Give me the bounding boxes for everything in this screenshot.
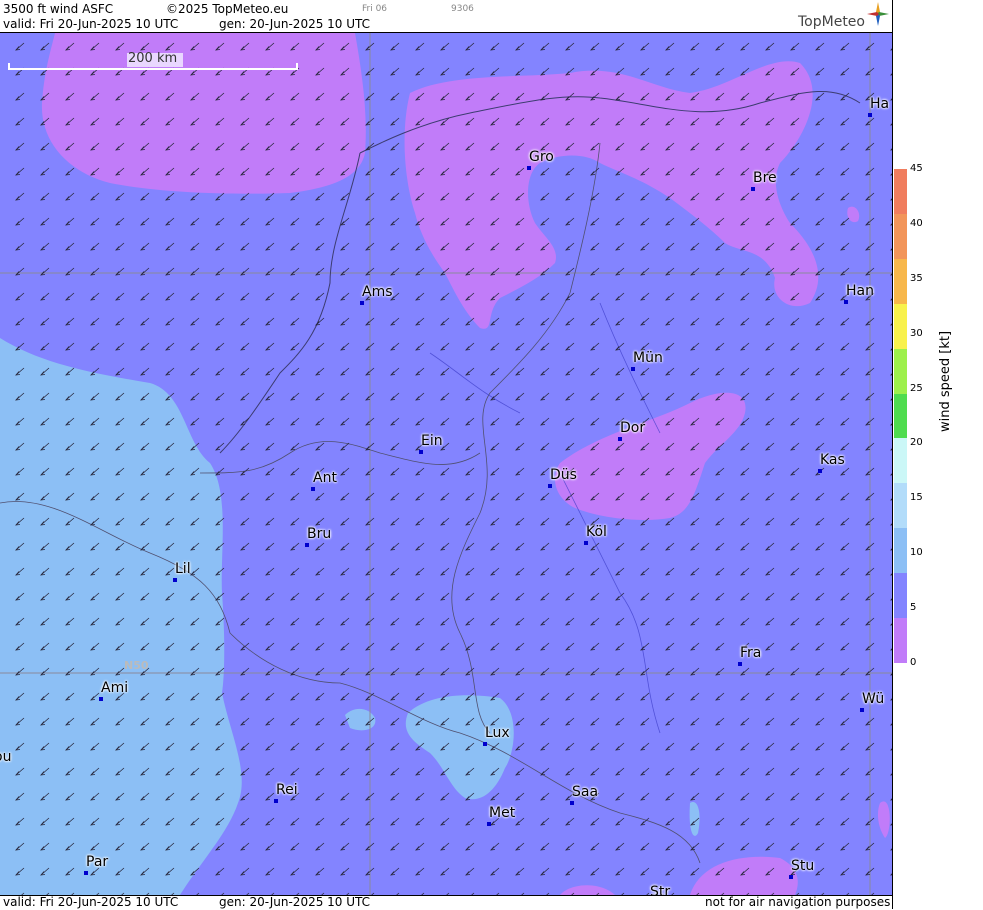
run-code: 9306 xyxy=(451,4,474,14)
city-label: Bru xyxy=(307,526,332,542)
colorbar-segment xyxy=(894,393,907,439)
city-label: Ha xyxy=(870,96,890,112)
city-label: Fra xyxy=(740,645,762,661)
colorbar-tick-label: 30 xyxy=(910,327,923,339)
city-marker-icon xyxy=(844,300,848,304)
city-marker-icon xyxy=(818,469,822,473)
scale-bar-label: 200 km xyxy=(128,51,178,66)
colorbar-segment xyxy=(894,213,907,260)
city-marker-icon xyxy=(527,166,531,170)
colorbar-segment xyxy=(894,258,907,305)
city-label: Düs xyxy=(550,467,577,483)
city-marker-icon xyxy=(84,871,88,875)
wind-arrows xyxy=(0,33,892,895)
city-label: Gro xyxy=(529,149,554,165)
city-label: Par xyxy=(86,854,109,870)
city-marker-icon xyxy=(173,578,177,582)
colorbar-segment xyxy=(894,483,907,529)
city-marker-icon xyxy=(360,301,364,305)
city-marker-icon xyxy=(548,484,552,488)
colorbar-tick-label: 25 xyxy=(910,382,923,394)
city-label: Mün xyxy=(633,350,663,366)
colorbar-units-label: wind speed [kt] xyxy=(938,330,953,432)
map-footer: valid: Fri 20-Jun-2025 10 UTC gen: 20-Ju… xyxy=(0,895,892,910)
copyright: ©2025 TopMeteo.eu xyxy=(166,2,289,16)
wind-speed-colorbar xyxy=(894,169,907,664)
city-label: Stu xyxy=(791,858,815,874)
topmeteo-logo: TopMeteo xyxy=(798,14,865,30)
city-marker-icon xyxy=(99,697,103,701)
city-marker-icon xyxy=(584,541,588,545)
city-label: Ein xyxy=(421,433,443,449)
city-marker-icon xyxy=(860,708,864,712)
colorbar-tick-label: 45 xyxy=(910,163,923,174)
colorbar-segment xyxy=(894,348,907,395)
city-label: Str xyxy=(650,884,671,895)
compass-star-icon xyxy=(867,2,889,26)
product-title: 3500 ft wind ASFC xyxy=(3,2,114,16)
city-label: Han xyxy=(846,283,874,299)
city-marker-icon xyxy=(751,187,755,191)
city-label: ou xyxy=(0,749,12,765)
city-marker-icon xyxy=(274,799,278,803)
colorbar-tick-label: 40 xyxy=(910,217,923,229)
city-label: Ami xyxy=(101,680,129,696)
colorbar-tick-label: 0 xyxy=(910,657,917,668)
footer-valid-time: valid: Fri 20-Jun-2025 10 UTC xyxy=(3,895,179,909)
colorbar-tick-label: 5 xyxy=(910,602,917,614)
city-label: Met xyxy=(489,805,516,821)
valid-time: valid: Fri 20-Jun-2025 10 UTC xyxy=(3,17,179,31)
city-label: Saa xyxy=(572,784,599,800)
city-marker-icon xyxy=(789,875,793,879)
colorbar-tick-label: 15 xyxy=(910,492,923,504)
city-label: Dor xyxy=(620,420,646,436)
colorbar-segment xyxy=(894,438,907,484)
city-label: Lil xyxy=(175,561,191,577)
colorbar-segment xyxy=(894,528,907,574)
map-header: 3500 ft wind ASFC ©2025 TopMeteo.eu Fri … xyxy=(0,0,892,33)
run-day: Fri 06 xyxy=(362,4,388,14)
wind-map[interactable]: 200 km N50 Gro Bre Ha Ams Han Mün Dor Ei… xyxy=(0,33,892,895)
city-marker-icon xyxy=(305,543,309,547)
city-marker-icon xyxy=(483,742,487,746)
city-marker-icon xyxy=(419,450,423,454)
city-label: Bre xyxy=(753,170,777,186)
city-label: Kas xyxy=(820,452,845,468)
city-marker-icon xyxy=(738,662,742,666)
gen-time: gen: 20-Jun-2025 10 UTC xyxy=(219,17,371,31)
colorbar-tick-label: 10 xyxy=(910,547,923,559)
map-canvas xyxy=(0,33,892,895)
city-label: Ant xyxy=(313,470,337,486)
city-marker-icon xyxy=(868,113,872,117)
colorbar-tick-label: 20 xyxy=(910,437,923,449)
colorbar-segment xyxy=(894,169,907,215)
colorbar-tick-label: 35 xyxy=(910,272,923,284)
city-label: Ams xyxy=(362,284,393,300)
colorbar-segment xyxy=(894,618,907,664)
city-label: Rei xyxy=(276,782,298,798)
city-marker-icon xyxy=(570,801,574,805)
city-marker-icon xyxy=(618,437,622,441)
colorbar-segment xyxy=(894,573,907,619)
grid-label-n50: N50 xyxy=(124,659,149,672)
disclaimer: not for air navigation purposes xyxy=(705,895,891,909)
city-label: Lux xyxy=(485,725,510,741)
city-marker-icon xyxy=(487,822,491,826)
footer-gen-time: gen: 20-Jun-2025 10 UTC xyxy=(219,895,371,909)
city-marker-icon xyxy=(311,487,315,491)
city-label: Wü xyxy=(862,691,885,707)
colorbar-segment xyxy=(894,303,907,350)
city-label: Köl xyxy=(586,524,607,540)
city-marker-icon xyxy=(631,367,635,371)
